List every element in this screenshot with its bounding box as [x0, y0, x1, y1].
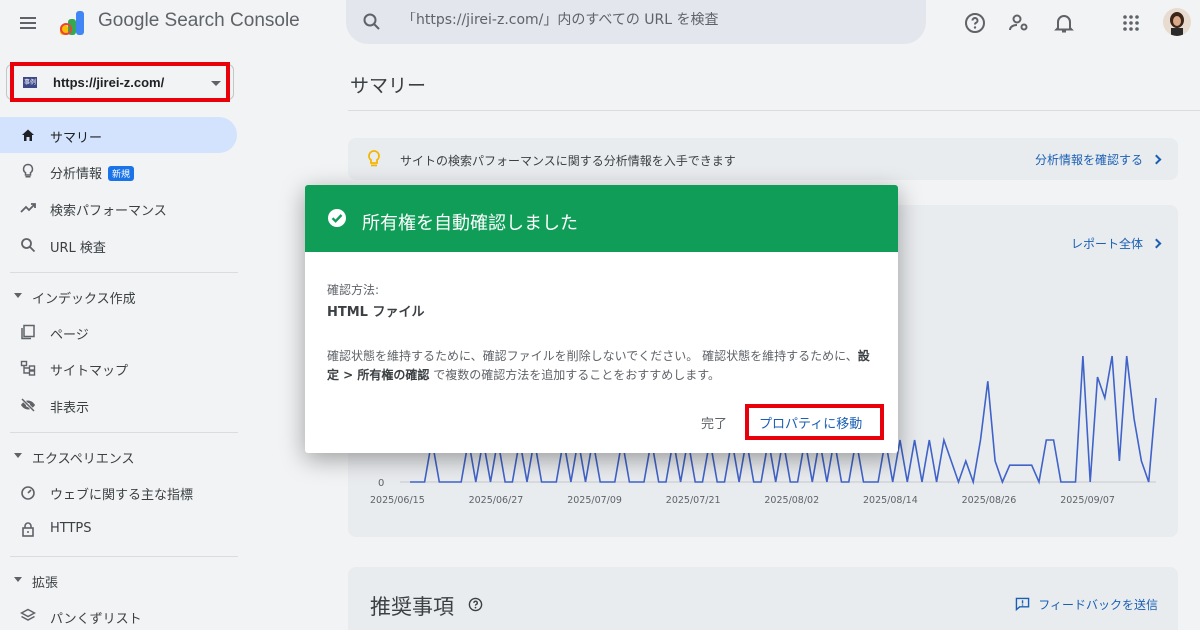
insights-banner-text: サイトの検索パフォーマンスに関する分析情報を入手できます — [400, 154, 736, 168]
x-tick-label: 2025/06/27 — [469, 495, 524, 506]
section-indexing[interactable]: インデックス作成 — [14, 286, 234, 308]
search-input[interactable] — [402, 12, 902, 28]
section-title: インデックス作成 — [32, 292, 136, 307]
lightbulb-icon — [368, 150, 380, 167]
y-tick-label: 0 — [378, 478, 384, 489]
section-title: エクスペリエンス — [32, 452, 135, 467]
x-tick-label: 2025/09/07 — [1060, 495, 1115, 506]
sidebar-item-label: 非表示 — [50, 401, 90, 416]
feedback-link-label: フィードバックを送信 — [1038, 598, 1158, 612]
body-text: 確認状態を維持するために、確認ファイルを削除しないでください。 確認状態を維持す… — [327, 349, 858, 363]
sidebar-item-label: ウェブに関する主な指標 — [50, 488, 194, 503]
home-icon — [22, 129, 34, 141]
feedback-icon — [1015, 597, 1030, 612]
lock-icon — [22, 522, 34, 537]
sidebar-item-insights[interactable]: 分析情報 新規 — [0, 153, 237, 189]
body-text: で複数の確認方法を追加することをおすすめします。 — [429, 368, 721, 382]
dialog-body: 確認状態を維持するために、確認ファイルを削除しないでください。 確認状態を維持す… — [327, 347, 877, 385]
section-enhancements[interactable]: 拡張 — [14, 570, 234, 592]
url-inspect-search[interactable] — [346, 0, 926, 44]
sidebar-item-label: サイトマップ — [50, 364, 129, 379]
help-icon[interactable] — [468, 597, 483, 612]
method-value: HTML ファイル — [327, 305, 425, 320]
x-tick-label: 2025/08/26 — [962, 495, 1017, 506]
sidebar-item-sitemaps[interactable]: サイトマップ — [0, 350, 237, 386]
hidden-eye-icon — [20, 397, 36, 413]
dialog-header: 所有権を自動確認しました — [305, 185, 898, 252]
sidebar-item-pages[interactable]: ページ — [0, 314, 237, 350]
sitemap-icon — [20, 360, 36, 376]
recommendations-title: 推奨事項 — [370, 595, 454, 619]
sidebar-item-url-inspection[interactable]: URL 検査 — [0, 227, 237, 263]
x-tick-label: 2025/06/15 — [370, 495, 425, 506]
sidebar-item-performance[interactable]: 検索パフォーマンス — [0, 190, 237, 226]
avatar-portrait-icon — [1170, 12, 1184, 36]
highlight-box — [10, 62, 230, 102]
search-console-logo-icon — [60, 11, 84, 35]
pages-icon — [21, 324, 35, 340]
sidebar-item-label: 検索パフォーマンス — [50, 204, 167, 219]
done-button[interactable]: 完了 — [701, 413, 727, 432]
layers-icon — [20, 608, 36, 621]
sidebar-item-label: 分析情報 新規 — [50, 163, 135, 182]
insights-label: 分析情報 — [50, 167, 103, 182]
insights-link-label: 分析情報を確認する — [1034, 153, 1143, 167]
sidebar-item-removals[interactable]: 非表示 — [0, 387, 237, 423]
top-bar: Google Search Console — [0, 0, 1200, 46]
chevron-right-icon — [1151, 154, 1162, 165]
search-icon — [21, 238, 36, 253]
x-tick-label: 2025/08/14 — [863, 495, 918, 506]
sidebar-item-label: サマリー — [50, 131, 103, 146]
notifications-bell-icon[interactable] — [1052, 11, 1076, 35]
title-divider — [348, 110, 1200, 111]
section-title: 拡張 — [32, 576, 59, 591]
sidebar-item-https[interactable]: HTTPS — [0, 511, 237, 547]
page-title: サマリー — [350, 75, 427, 97]
collapse-caret-icon — [14, 293, 22, 298]
insights-link[interactable]: 分析情報を確認する — [1034, 151, 1162, 168]
lightbulb-icon — [22, 163, 34, 178]
manage-users-icon[interactable] — [1007, 11, 1031, 35]
sidebar: 事例 https://jirei-z.com/ サマリー 分析情報 新規 検索パフ… — [0, 46, 248, 630]
apps-grid-icon[interactable] — [1119, 11, 1143, 35]
sidebar-item-label: ページ — [50, 328, 89, 343]
search-icon — [363, 13, 380, 30]
x-tick-label: 2025/07/09 — [567, 495, 622, 506]
x-tick-label: 2025/08/02 — [764, 495, 819, 506]
help-icon[interactable] — [963, 11, 987, 35]
method-label: 確認方法: — [327, 283, 380, 297]
new-badge: 新規 — [108, 166, 135, 181]
sidebar-item-summary[interactable]: サマリー — [0, 117, 237, 153]
menu-icon[interactable] — [18, 13, 38, 33]
sidebar-divider — [10, 272, 238, 273]
section-experience[interactable]: エクスペリエンス — [14, 446, 234, 468]
check-circle-icon — [328, 209, 346, 227]
dialog-title: 所有権を自動確認しました — [362, 213, 578, 234]
feedback-link[interactable]: フィードバックを送信 — [1015, 596, 1158, 613]
sidebar-item-label: パンくずリスト — [50, 612, 142, 627]
sidebar-item-core-web-vitals[interactable]: ウェブに関する主な指標 — [0, 474, 237, 510]
sidebar-divider — [10, 556, 238, 557]
trending-up-icon — [20, 203, 36, 213]
app-name[interactable]: Google Search Console — [98, 10, 300, 32]
sidebar-item-label: URL 検査 — [50, 241, 106, 256]
highlight-box — [745, 404, 884, 440]
sidebar-divider — [10, 432, 238, 433]
avatar[interactable] — [1163, 8, 1191, 36]
collapse-caret-icon — [14, 453, 22, 458]
sidebar-item-label: HTTPS — [50, 521, 92, 536]
insights-banner: サイトの検索パフォーマンスに関する分析情報を入手できます 分析情報を確認する — [348, 138, 1178, 180]
recommendations-card: 推奨事項 フィードバックを送信 — [348, 567, 1178, 630]
gauge-icon — [21, 486, 35, 500]
collapse-caret-icon — [14, 577, 22, 582]
sidebar-item-breadcrumbs[interactable]: パンくずリスト — [0, 598, 237, 630]
x-tick-label: 2025/07/21 — [666, 495, 721, 506]
